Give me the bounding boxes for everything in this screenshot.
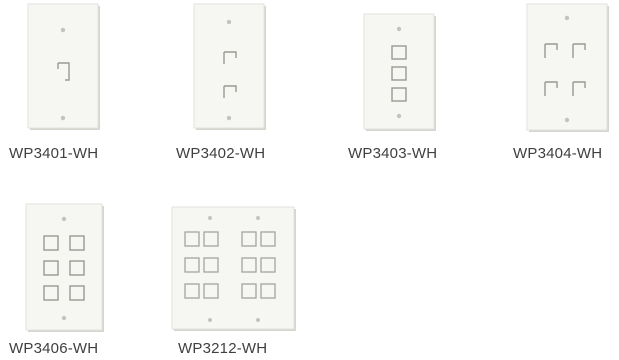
wall-plate-12-port-image xyxy=(171,206,296,331)
product-model-label: WP3212-WH xyxy=(178,340,268,357)
